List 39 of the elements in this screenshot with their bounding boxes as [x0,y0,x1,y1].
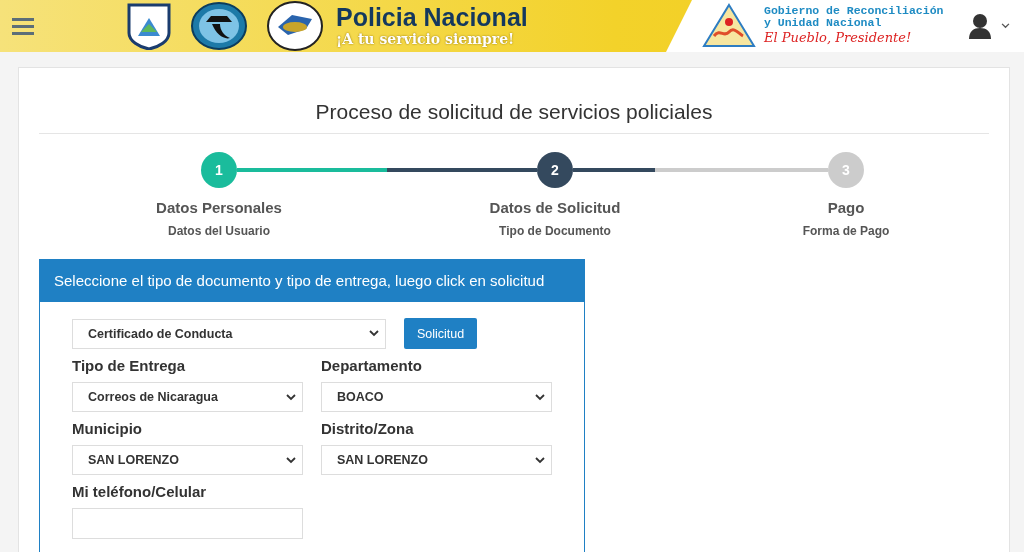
field-label: Municipio [72,420,143,437]
round-emblem-icon [190,2,248,50]
select-field[interactable]: Certificado de Conducta [72,318,386,349]
chevron-down-icon [286,393,296,401]
submit-button[interactable]: Solicitud [404,318,478,349]
chevron-down-icon [286,456,296,464]
select-field[interactable]: SAN LORENZO [72,445,303,475]
field-label: Tipo de Entrega [72,357,187,374]
panel-heading: Seleccione el tipo de documento y tipo de entrega, luego click en solicitud [40,260,584,302]
brand-title: Policia Nacional [336,4,528,30]
user-avatar-icon[interactable] [969,13,991,39]
step-subtitle: Tipo de Documento [499,224,611,238]
select-field[interactable]: Correos de Nicaragua [72,382,303,412]
step-title: Pago [827,199,865,216]
select-field[interactable]: BOACO [321,382,552,412]
step-number: 1 [201,152,237,188]
round-emblem-icon [266,1,324,51]
chevron-down-icon[interactable] [1001,23,1010,29]
page-title: Proceso de solicitud de servicios policiales [39,68,989,134]
government-name: y Unidad Nacional [764,17,883,29]
step-title: Datos Personales [156,199,282,216]
step-subtitle: Forma de Pago [802,224,890,238]
step-number: 2 [537,152,573,188]
step-subtitle: Datos del Usuario [168,224,270,238]
chevron-down-icon [535,456,545,464]
menu-icon[interactable] [12,17,34,35]
field-label: Mi teléfono/Celular [72,483,208,500]
field-label: Departamento [321,357,423,374]
chevron-down-icon [369,330,379,337]
brand-tagline: ¡A tu servicio siempre! [336,30,516,48]
shield-emblem-icon [126,2,172,50]
step-title: Datos de Solicitud [489,199,621,216]
select-field[interactable]: SAN LORENZO [321,445,552,475]
triangle-logo-icon [700,2,758,50]
input-field[interactable] [72,508,303,539]
field-label: Distrito/Zona [321,420,415,437]
slogan-text: El Pueblo, Presidente! [764,29,913,47]
chevron-down-icon [535,393,545,401]
government-name: Gobierno de Reconciliación [764,5,944,17]
